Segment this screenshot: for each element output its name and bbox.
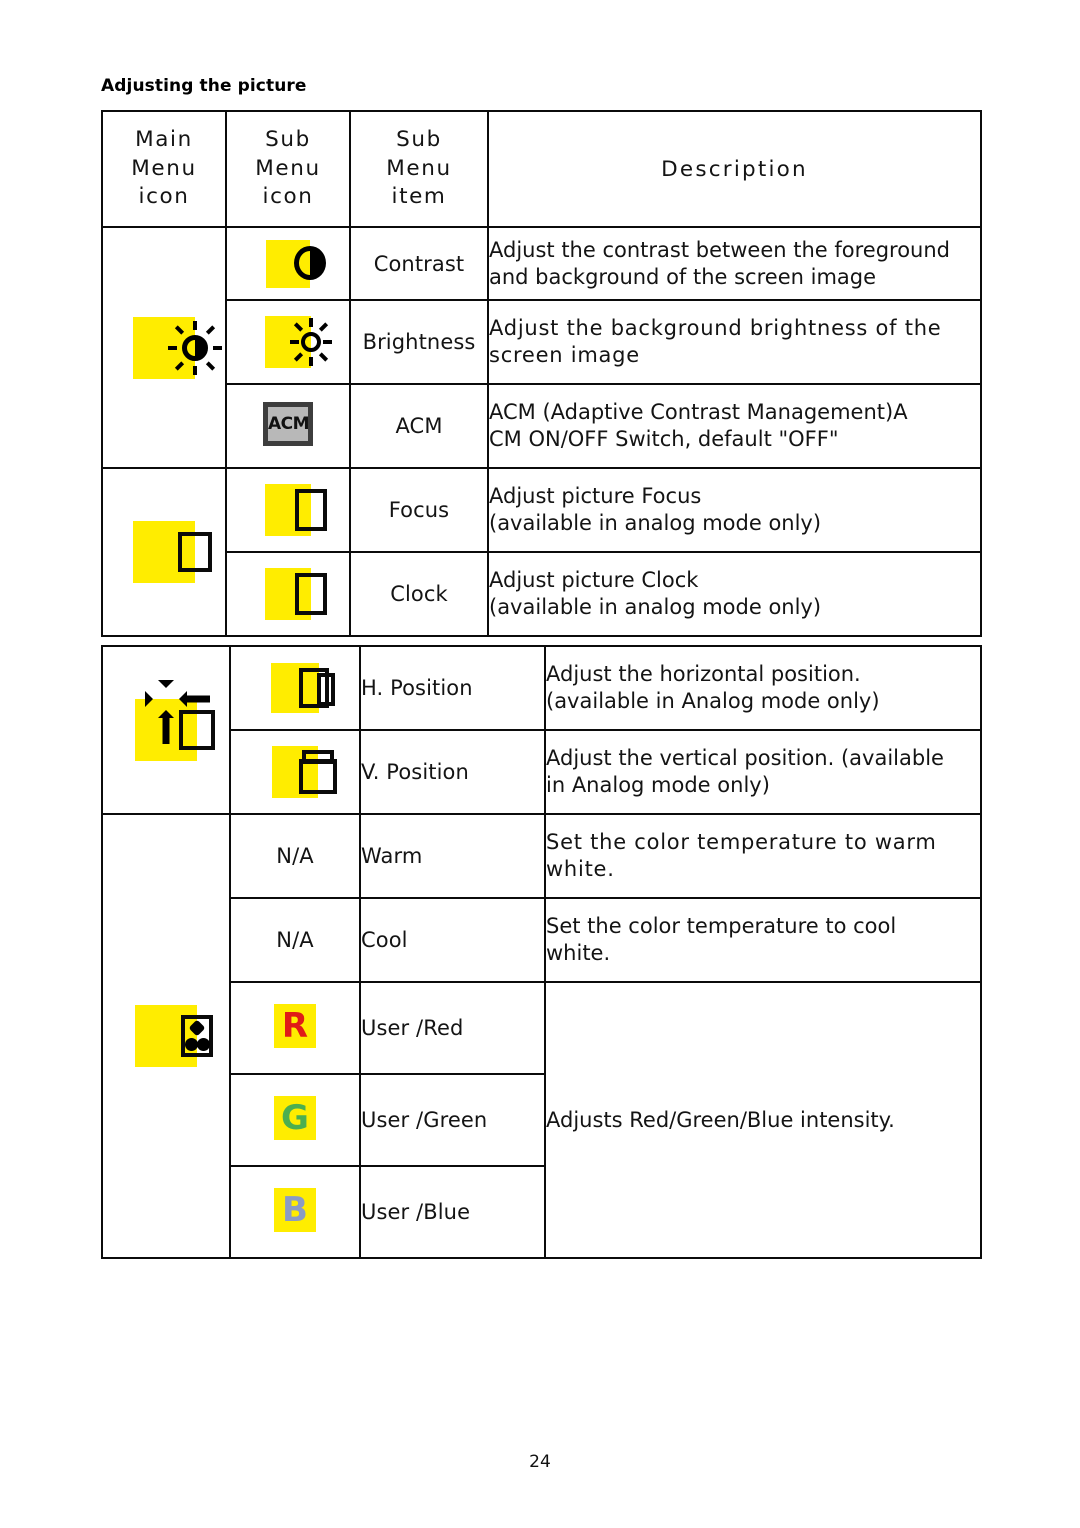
description-acm: ACM (Adaptive Contrast Management)A CM O…: [487, 383, 982, 469]
table-header-row: Main Menu icon Sub Menu icon Sub Menu it…: [101, 110, 982, 228]
description-brightness: Adjust the background brightness of the …: [487, 299, 982, 385]
sub-item-v-position: V. Position: [359, 729, 546, 815]
description-h-position: Adjust the horizontal position. (availab…: [544, 645, 982, 731]
clock-bars-icon: [265, 568, 327, 620]
header-main-menu-icon: Main Menu icon: [101, 110, 227, 228]
sub-icon-v-position-cell: [229, 729, 361, 815]
table-row: R User /Red Adjusts Red/Green/Blue inten…: [102, 981, 982, 1259]
page-title: Adjusting the picture: [101, 76, 307, 96]
description-warm: Set the color temperature to warm white.: [544, 813, 982, 899]
contrast-half-circle-icon: [266, 239, 326, 288]
table-row: Focus Adjust picture Focus (available in…: [101, 467, 982, 637]
description-contrast: Adjust the contrast between the foregrou…: [487, 226, 982, 301]
main-menu-position-cell: [101, 645, 231, 815]
sub-item-brightness: Brightness: [349, 299, 489, 385]
osd-menu-table-upper: Main Menu icon Sub Menu icon Sub Menu it…: [101, 110, 982, 637]
description-cool: Set the color temperature to cool white.: [544, 897, 982, 983]
sub-icon-contrast-cell: [225, 226, 351, 301]
sub-item-warm: Warm: [359, 813, 546, 899]
sub-item-clock: Clock: [349, 551, 489, 637]
sub-icon-warm-cell: N/A: [229, 813, 361, 899]
page-number: 24: [529, 1452, 551, 1472]
sub-icon-h-position-cell: [229, 645, 361, 731]
table-row: V. Position Adjust the vertical position…: [102, 729, 982, 815]
focus-lines-icon: [133, 521, 212, 588]
table-row: N/A Cool Set the color temperature to co…: [102, 897, 982, 983]
sub-item-user-blue: User /Blue: [359, 1165, 546, 1259]
sub-icon-user-blue-cell: B: [229, 1165, 361, 1259]
sub-icon-cool-cell: N/A: [229, 897, 361, 983]
main-menu-brightness-cell: [101, 226, 227, 469]
table-row: Contrast Adjust the contrast between the…: [101, 226, 982, 469]
sub-item-user-green: User /Green: [359, 1073, 546, 1167]
main-menu-color-cell: [101, 813, 231, 1259]
sub-item-contrast: Contrast: [349, 226, 489, 301]
description-rgb: Adjusts Red/Green/Blue intensity.: [544, 981, 982, 1259]
brightness-sun-icon: [265, 316, 332, 368]
table-row: N/A Warm Set the color temperature to wa…: [101, 813, 982, 1259]
description-v-position: Adjust the vertical position. (available…: [544, 729, 982, 815]
sub-item-h-position: H. Position: [359, 645, 546, 731]
sub-icon-brightness-cell: [225, 299, 351, 385]
table-row: Clock Adjust picture Clock (available in…: [102, 551, 982, 637]
sub-icon-user-red-cell: R: [229, 981, 361, 1075]
user-green-icon: G: [274, 1096, 316, 1140]
sub-item-cool: Cool: [359, 897, 546, 983]
description-focus: Adjust picture Focus (available in analo…: [487, 467, 982, 553]
sub-icon-focus-cell: [225, 467, 351, 553]
user-red-icon: R: [274, 1004, 316, 1048]
color-dots-icon: [135, 1005, 213, 1072]
h-position-icon: [271, 663, 335, 713]
manual-page: Adjusting the picture Main Menu icon Sub…: [0, 0, 1080, 1528]
header-description: Description: [487, 110, 982, 228]
sub-item-acm: ACM: [349, 383, 489, 469]
sub-item-focus: Focus: [349, 467, 489, 553]
brightness-sun-half-icon: [133, 316, 222, 384]
description-clock: Adjust picture Clock (available in analo…: [487, 551, 982, 637]
user-blue-icon: B: [274, 1188, 316, 1232]
table-row: H. Position Adjust the horizontal positi…: [101, 645, 982, 815]
sub-icon-user-green-cell: G: [229, 1073, 361, 1167]
main-menu-focus-cell: [101, 467, 227, 637]
table-row: Brightness Adjust the background brightn…: [102, 299, 982, 385]
osd-menu-table-lower: H. Position Adjust the horizontal positi…: [101, 645, 982, 1259]
position-arrows-icon: [135, 680, 215, 766]
header-sub-menu-item: Sub Menu item: [349, 110, 489, 228]
sub-icon-clock-cell: [225, 551, 351, 637]
sub-item-user-red: User /Red: [359, 981, 546, 1075]
focus-lines-icon: [265, 484, 327, 536]
table-row: ACM ACM ACM (Adaptive Contrast Managemen…: [102, 383, 982, 469]
v-position-icon: [272, 746, 337, 798]
sub-icon-acm-cell: ACM: [225, 383, 351, 469]
header-sub-menu-icon: Sub Menu icon: [225, 110, 351, 228]
acm-icon: ACM: [263, 402, 313, 446]
